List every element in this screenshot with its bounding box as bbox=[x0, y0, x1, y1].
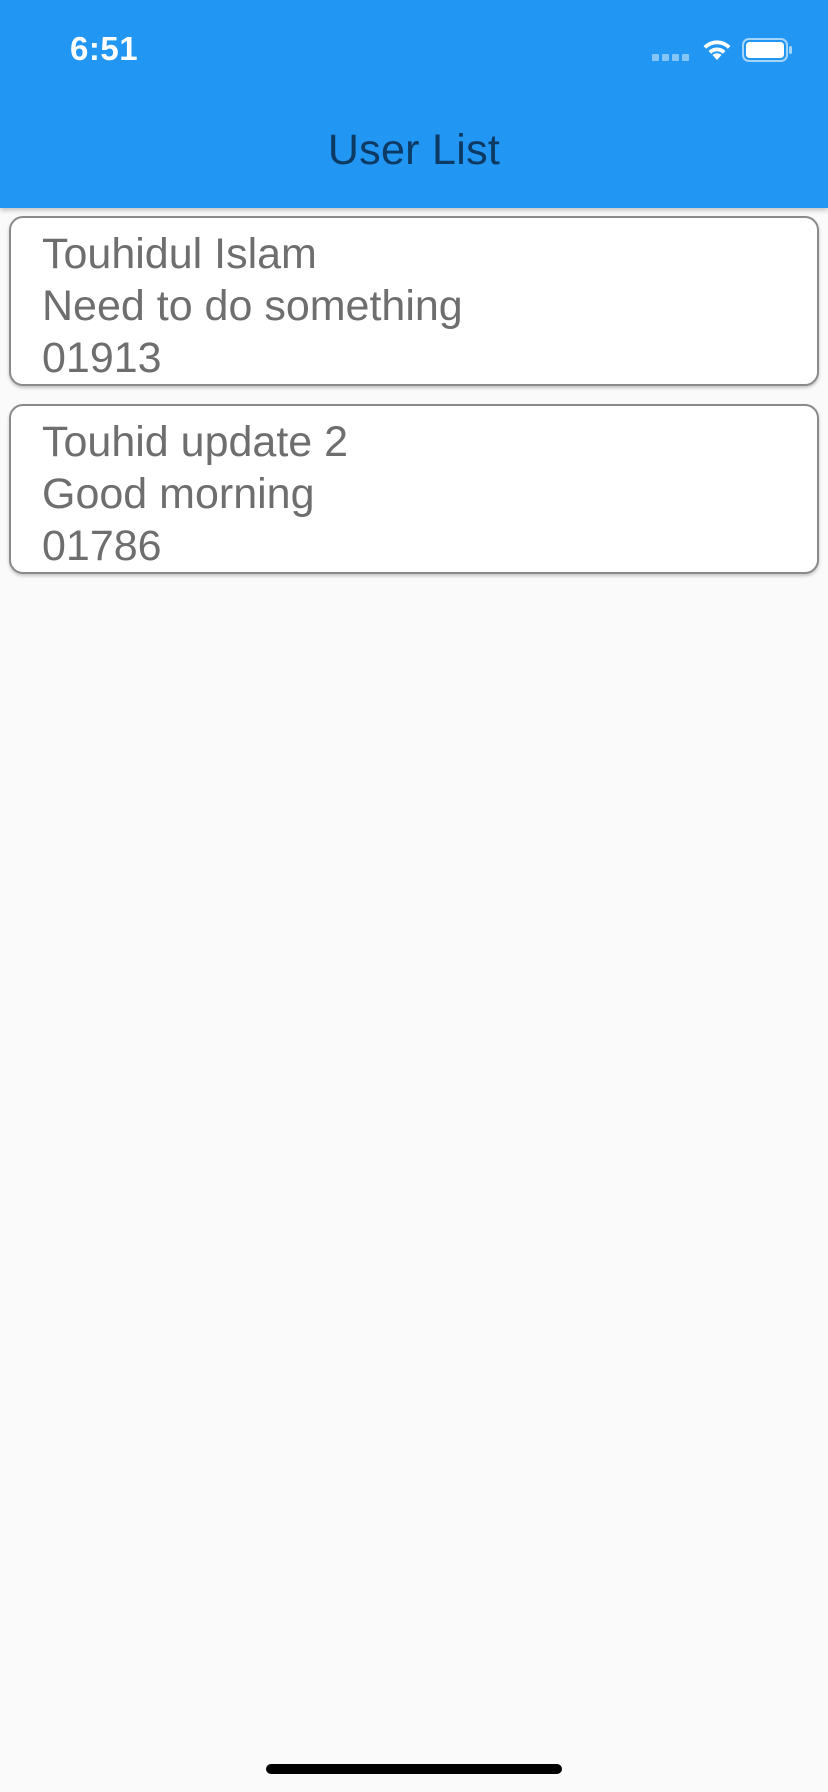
user-list: Touhidul Islam Need to do something 0191… bbox=[9, 216, 819, 592]
home-indicator[interactable] bbox=[266, 1764, 562, 1774]
battery-icon bbox=[742, 38, 792, 62]
app-bar: 6:51 User List bbox=[0, 0, 828, 208]
wifi-icon bbox=[703, 40, 731, 60]
user-note: Need to do something bbox=[42, 282, 463, 330]
page-title: User List bbox=[327, 126, 501, 174]
user-phone: 01786 bbox=[42, 522, 162, 570]
cellular-signal-icon bbox=[652, 54, 690, 61]
user-name: Touhid update 2 bbox=[42, 418, 349, 466]
user-phone: 01913 bbox=[42, 334, 162, 382]
user-card[interactable]: Touhidul Islam Need to do something 0191… bbox=[9, 216, 819, 386]
user-card[interactable]: Touhid update 2 Good morning 01786 bbox=[9, 404, 819, 574]
status-time: 6:51 bbox=[70, 30, 139, 67]
user-note: Good morning bbox=[42, 470, 315, 518]
user-name: Touhidul Islam bbox=[42, 230, 317, 278]
